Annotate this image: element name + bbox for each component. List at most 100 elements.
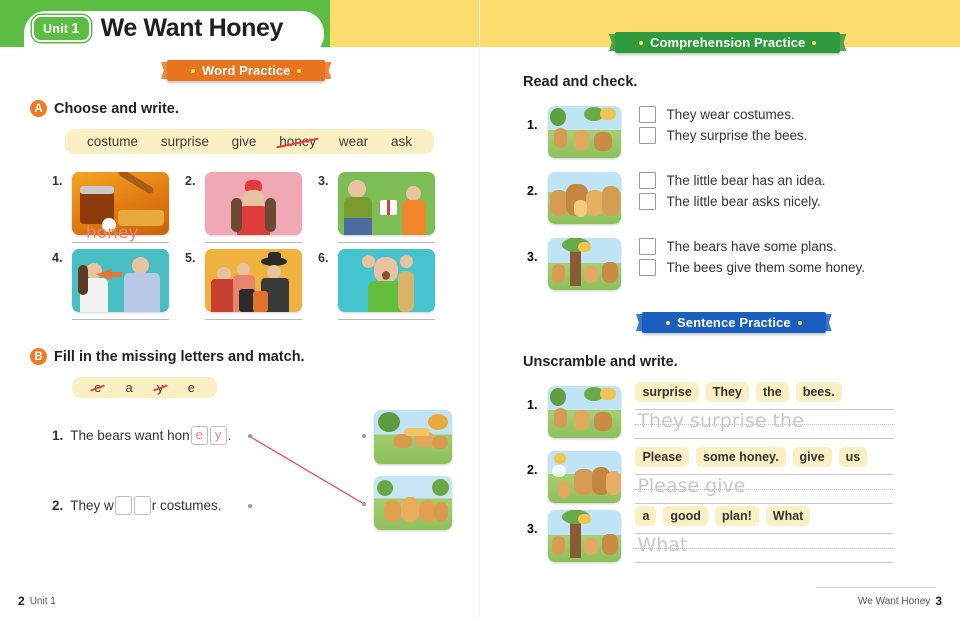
checkbox[interactable] bbox=[639, 259, 657, 276]
writing-line-bottom bbox=[635, 503, 894, 504]
word-chip[interactable]: surprise bbox=[635, 382, 699, 402]
unit-badge-label: Unit bbox=[43, 21, 69, 36]
picture-item: 2. bbox=[185, 172, 318, 243]
word-chip[interactable]: What bbox=[765, 506, 811, 526]
checkbox[interactable] bbox=[639, 106, 657, 123]
checkbox[interactable] bbox=[639, 172, 657, 189]
question-text-after: r costumes. bbox=[151, 498, 222, 513]
traced-answer: They surprise the bbox=[637, 410, 804, 432]
unit-badge: Unit 1 bbox=[32, 15, 91, 42]
unit-badge-number: 1 bbox=[71, 20, 80, 37]
answer-line[interactable] bbox=[205, 319, 302, 320]
word-chip[interactable]: a bbox=[635, 506, 657, 526]
picture-answer-grid: 1. honey 2. 3. 4. 5. 6. bbox=[52, 172, 472, 326]
item-number: 5. bbox=[185, 251, 196, 265]
checkbox[interactable] bbox=[639, 238, 657, 255]
ribbon-dot-right-icon bbox=[812, 40, 817, 45]
checkbox-label: They wear costumes. bbox=[666, 107, 795, 122]
word-bank: costume surprise give honey wear ask bbox=[65, 129, 434, 154]
unscramble-title: Unscramble and write. bbox=[523, 354, 678, 370]
header-content: Unit 1 We Want Honey bbox=[32, 14, 283, 43]
checkbox[interactable] bbox=[639, 127, 657, 144]
checkbox-row[interactable]: They wear costumes. bbox=[639, 106, 807, 123]
section-b-title: Fill in the missing letters and match. bbox=[54, 348, 305, 365]
checkbox[interactable] bbox=[639, 193, 657, 210]
question-row: 1. The bears want hon e y. bbox=[52, 426, 231, 445]
letter-bank-item-used[interactable]: y bbox=[157, 380, 164, 395]
word-chip[interactable]: give bbox=[792, 447, 832, 467]
ribbon-word-practice: Word Practice bbox=[167, 60, 326, 81]
match-dot-left[interactable] bbox=[248, 504, 252, 508]
bear-family-gathered-illustration bbox=[548, 172, 622, 224]
section-b-badge: B bbox=[30, 348, 47, 365]
answer-line[interactable] bbox=[338, 319, 435, 320]
letter-input-box[interactable]: y bbox=[209, 426, 227, 445]
word-bank-item[interactable]: wear bbox=[339, 134, 368, 149]
letter-input-box[interactable]: e bbox=[190, 426, 208, 445]
checkbox-label: The bears have some plans. bbox=[666, 239, 837, 254]
matching-exercise: 1. The bears want hon e y. 2. They w r cost… bbox=[52, 410, 472, 532]
word-bank-item-used[interactable]: honey bbox=[279, 134, 316, 149]
word-chip[interactable]: us bbox=[838, 447, 868, 467]
footer-left: 2 Unit 1 bbox=[18, 594, 56, 608]
checkbox-row[interactable]: The bees give them some honey. bbox=[639, 259, 865, 276]
letter-bank: e a y e bbox=[72, 377, 217, 398]
letter-input-box[interactable] bbox=[133, 496, 151, 515]
traced-answer: Please give bbox=[637, 475, 746, 497]
ribbon-word-practice-label: Word Practice bbox=[202, 63, 291, 78]
ribbon-sentence-practice: Sentence Practice bbox=[642, 312, 826, 333]
word-chip[interactable]: plan! bbox=[714, 506, 759, 526]
checkbox-row[interactable]: The little bear asks nicely. bbox=[639, 193, 825, 210]
question-text-after: . bbox=[227, 428, 232, 443]
footer-unit-label: Unit 1 bbox=[29, 595, 56, 607]
checkbox-label: The bees give them some honey. bbox=[666, 260, 866, 275]
section-a-title: Choose and write. bbox=[54, 100, 179, 117]
word-chip[interactable]: good bbox=[663, 506, 708, 526]
letter-bank-item[interactable]: e bbox=[188, 380, 195, 395]
word-chip[interactable]: some honey. bbox=[696, 447, 786, 467]
writing-line[interactable]: Please give bbox=[635, 474, 894, 504]
match-dot-right[interactable] bbox=[362, 434, 366, 438]
picture-item: 6. bbox=[318, 249, 451, 320]
bears-and-bees-at-hive-illustration[interactable] bbox=[374, 410, 452, 464]
ribbon-dot-left-icon bbox=[191, 68, 195, 73]
picture-item: 3. bbox=[318, 172, 451, 243]
writing-line[interactable]: They surprise the bbox=[635, 409, 894, 439]
word-chip-row: surprise They the bees. bbox=[635, 382, 893, 402]
word-chip[interactable]: bees. bbox=[795, 382, 842, 402]
checkbox-row[interactable]: The bears have some plans. bbox=[639, 238, 865, 255]
girl-red-hat-pink-background-photo bbox=[205, 172, 302, 235]
match-dot-right[interactable] bbox=[362, 502, 366, 506]
word-bank-item[interactable]: costume bbox=[87, 134, 138, 149]
item-number: 2. bbox=[185, 174, 196, 188]
item-number: 2. bbox=[527, 463, 538, 477]
footer-page-number: 3 bbox=[935, 594, 942, 608]
bears-beside-tree-with-hive-illustration bbox=[548, 510, 622, 562]
letter-bank-item-used[interactable]: e bbox=[94, 380, 101, 395]
word-chip[interactable]: Please bbox=[635, 447, 690, 467]
writing-line[interactable]: What bbox=[635, 533, 894, 563]
word-bank-item[interactable]: surprise bbox=[161, 134, 209, 149]
word-bank-item[interactable]: give bbox=[232, 134, 257, 149]
checkbox-row[interactable]: The little bear has an idea. bbox=[639, 172, 826, 189]
question-text-before: They w bbox=[70, 498, 114, 513]
checkbox-row[interactable]: They surprise the bees. bbox=[639, 127, 808, 144]
item-number: 3. bbox=[527, 522, 538, 536]
letter-bank-item[interactable]: a bbox=[126, 380, 133, 395]
letter-input-box[interactable] bbox=[114, 496, 132, 515]
answer-line[interactable] bbox=[72, 319, 169, 320]
item-number: 4. bbox=[52, 251, 63, 265]
surprised-girl-green-shirt-photo bbox=[338, 249, 435, 312]
ribbon-sentence-label: Sentence Practice bbox=[677, 315, 791, 330]
sentence-item: 1. surprise They the bees. They surprise… bbox=[527, 382, 960, 439]
answer-line[interactable] bbox=[338, 242, 435, 243]
word-chip[interactable]: They bbox=[705, 382, 749, 402]
question-text-before: The bears want hon bbox=[70, 428, 190, 443]
question-row: 2. They w r costumes. bbox=[52, 496, 222, 515]
bears-in-costumes-group-illustration[interactable] bbox=[374, 476, 452, 530]
match-dot-left[interactable] bbox=[248, 434, 252, 438]
answer-line[interactable]: honey bbox=[72, 223, 169, 243]
word-chip[interactable]: the bbox=[755, 382, 789, 402]
word-bank-item[interactable]: ask bbox=[391, 134, 412, 149]
answer-line[interactable] bbox=[205, 242, 302, 243]
